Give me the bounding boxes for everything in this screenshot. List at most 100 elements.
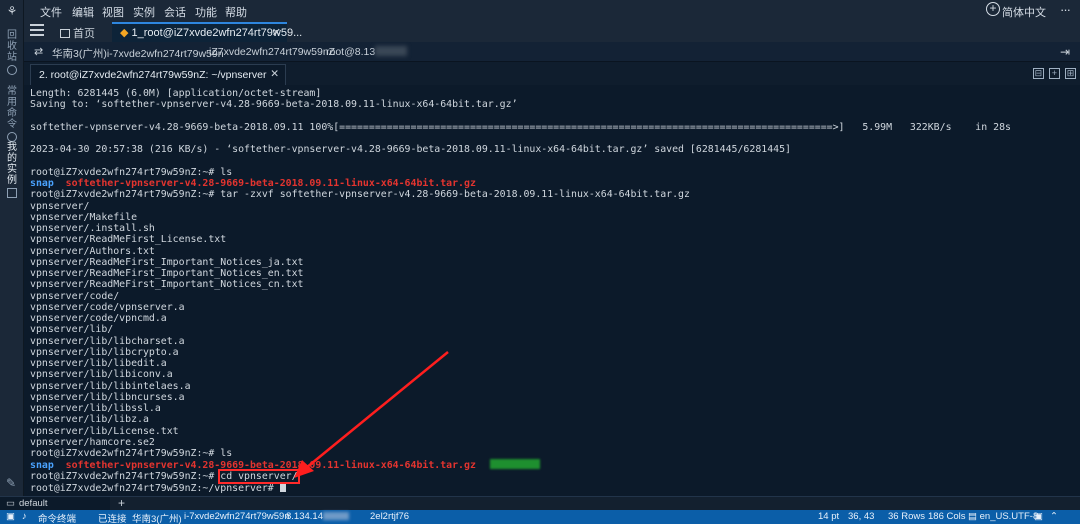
terminal-text: vpnserver/lib/libz.a	[30, 414, 149, 426]
app-logo-icon: ⚘	[6, 4, 18, 18]
terminal-text: vpnserver/	[30, 200, 90, 212]
split-vertical-icon[interactable]: +	[1048, 68, 1060, 79]
terminal-text: Length: 6281445 (6.0M) [application/octe…	[30, 88, 322, 99]
terminal-text: vpnserver/Authors.txt	[30, 245, 155, 257]
terminal-line: vpnserver/ReadMeFirst_Important_Notices_…	[30, 279, 1074, 290]
sidebar-tab-commands[interactable]: 常用命令	[4, 86, 20, 144]
split-horizontal-icon[interactable]: ⊟	[1032, 68, 1044, 79]
terminal-text: vpnserver/lib/libssl.a	[30, 403, 161, 414]
terminal-text: softether-vpnserver-v4.28-9669-beta-2018…	[30, 121, 1011, 133]
terminal-text: vpnserver/lib/libedit.a	[30, 358, 167, 369]
globe-icon[interactable]: +	[986, 2, 1000, 16]
menu-instance[interactable]: 实例	[133, 4, 155, 20]
terminal-line: vpnserver/lib/	[30, 324, 1074, 335]
terminal-tab-controls: ⊟ + ⊞	[1031, 67, 1076, 79]
terminal-session-icon: ◆	[120, 27, 129, 39]
recycle-icon	[7, 65, 17, 75]
terminal-text: vpnserver/lib/libcrypto.a	[30, 346, 179, 358]
terminal-text: vpnserver/ReadMeFirst_Important_Notices_…	[30, 256, 304, 268]
menu-file[interactable]: 文件	[40, 4, 62, 20]
redacted-directory	[489, 459, 540, 470]
close-icon[interactable]: ✕	[272, 26, 281, 39]
tab-home[interactable]: 首页	[52, 22, 108, 42]
status-region: 华南3(广州)	[132, 514, 182, 524]
redacted-ip	[322, 512, 349, 520]
terminal-text: vpnserver/.install.sh	[30, 223, 155, 234]
add-tab-icon[interactable]: +	[118, 496, 125, 510]
terminal-text: vpnserver/lib/libintelaes.a	[30, 380, 191, 392]
archive-filename: softether-vpnserver-v4.28-9669-beta-2018…	[65, 178, 476, 189]
terminal-text: vpnserver/ReadMeFirst_License.txt	[30, 234, 227, 246]
status-lock-icon: ▣	[1034, 511, 1043, 522]
status-bell-icon: ♪	[22, 511, 27, 522]
menu-view[interactable]: 视图	[102, 4, 124, 20]
terminal-line: vpnserver/code/	[30, 291, 1074, 302]
hamburger-icon[interactable]	[30, 24, 44, 36]
exit-icon[interactable]: ⇥	[1060, 45, 1070, 59]
connection-ip: root@8.13	[326, 46, 408, 58]
status-encoding-text: en_US.UTF-8	[979, 511, 1039, 522]
status-encoding: ▤ en_US.UTF-8	[968, 511, 1038, 522]
terminal-line: vpnserver/lib/libcharset.a	[30, 336, 1074, 347]
terminal-text: vpnserver/code/vpnserver.a	[30, 301, 185, 313]
terminal-line: snap softether-vpnserver-v4.28-9669-beta…	[30, 178, 1074, 189]
terminal-text: root@iZ7xvde2wfn274rt79w59nZ:~#	[30, 470, 221, 482]
close-icon[interactable]: ✕	[270, 68, 279, 80]
terminal-text: vpnserver/lib/libiconv.a	[30, 369, 173, 381]
terminal-text: vpnserver/lib/License.txt	[30, 425, 179, 437]
terminal-text: vpnserver/hamcore.se2	[30, 436, 155, 448]
connection-bar: ⇄ 华南3(广州)i-7xvde2wfn274rt79w59n iZ7xvde2…	[24, 42, 1080, 62]
terminal-line: vpnserver/Authors.txt	[30, 246, 1074, 257]
terminal-tab-label: 2. root@iZ7xvde2wfn274rt79w59nZ: ~/vpnse…	[39, 69, 267, 81]
terminal-text: vpnserver/lib/libcharset.a	[30, 335, 185, 347]
split-grid-icon[interactable]: ⊞	[1065, 68, 1076, 79]
terminal-line: Length: 6281445 (6.0M) [application/octe…	[30, 88, 1074, 99]
menu-feature[interactable]: 功能	[195, 4, 217, 20]
redacted-ip	[375, 46, 408, 56]
connection-region: 华南3(广州)i-7xvde2wfn274rt79w59n	[52, 48, 224, 60]
collapse-icon[interactable]: ⇄	[34, 45, 43, 58]
terminal-cursor	[279, 481, 286, 492]
terminal-line: 2023-04-30 20:57:38 (216 KB/s) - ‘softet…	[30, 144, 1074, 155]
terminal-line: vpnserver/lib/libcrypto.a	[30, 347, 1074, 358]
menu-edit[interactable]: 编辑	[72, 4, 94, 20]
session-tab-bar: 首页 ◆ 1_root@iZ7xvde2wfn274rt79w59... ✕	[24, 20, 1080, 42]
terminal-line: vpnserver/lib/libncurses.a	[30, 392, 1074, 403]
pin-icon[interactable]: ✎	[6, 476, 16, 490]
connection-ip-text: root@8.13	[326, 46, 376, 58]
tab-session[interactable]: ◆ 1_root@iZ7xvde2wfn274rt79w59... ✕	[112, 22, 302, 42]
terminal-text: root@iZ7xvde2wfn274rt79w59nZ:~# ls	[30, 448, 233, 459]
sidebar-tab-label: 常用命令	[7, 86, 17, 130]
terminal-output[interactable]: Length: 6281445 (6.0M) [application/octe…	[24, 85, 1080, 496]
home-icon	[60, 29, 70, 38]
terminal-text: 2023-04-30 20:57:38 (216 KB/s) - ‘softet…	[30, 144, 791, 156]
terminal-text: root@iZ7xvde2wfn274rt79w59nZ:~/vpnserver…	[30, 482, 280, 494]
status-ip-text: 8.134.14	[286, 511, 323, 522]
terminal-line: softether-vpnserver-v4.28-9669-beta-2018…	[30, 122, 1074, 133]
terminal-line: vpnserver/Makefile	[30, 212, 1074, 223]
left-sidebar: ⚘ 回收站 常用命令 我的实例 ✎	[0, 0, 24, 496]
tab-home-label: 首页	[73, 28, 95, 40]
more-icon[interactable]: ···	[1060, 2, 1071, 17]
terminal-line: vpnserver/ReadMeFirst_Important_Notices_…	[30, 257, 1074, 268]
terminal-line: vpnserver/	[30, 201, 1074, 212]
bottom-tab-bar: ▭ default +	[0, 496, 1080, 510]
terminal-line: vpnserver/ReadMeFirst_Important_Notices_…	[30, 268, 1074, 279]
sidebar-tab-instances[interactable]: 我的实例	[4, 142, 20, 200]
terminal-line: root@iZ7xvde2wfn274rt79w59nZ:~# cd vpnse…	[30, 468, 1074, 484]
status-expand-icon[interactable]: ⌃	[1050, 511, 1058, 522]
sidebar-tab-recycle[interactable]: 回收站	[4, 30, 20, 77]
connection-host: iZ7xvde2wfn274rt79w59nZ	[209, 46, 336, 58]
menu-help[interactable]: 帮助	[225, 4, 247, 20]
terminal-line: root@iZ7xvde2wfn274rt79w59nZ:~# ls	[30, 448, 1074, 459]
tab-default[interactable]: ▭ default	[0, 497, 110, 510]
terminal-text: vpnserver/code/vpncmd.a	[30, 313, 167, 324]
language-select[interactable]: 简体中文	[1002, 4, 1046, 20]
menu-session[interactable]: 会话	[164, 4, 186, 20]
terminal-text: root@iZ7xvde2wfn274rt79w59nZ:~# ls	[30, 166, 233, 178]
terminal-line: vpnserver/.install.sh	[30, 223, 1074, 234]
terminal-tab[interactable]: 2. root@iZ7xvde2wfn274rt79w59nZ: ~/vpnse…	[30, 64, 286, 85]
terminal-text: vpnserver/lib/	[30, 324, 114, 336]
